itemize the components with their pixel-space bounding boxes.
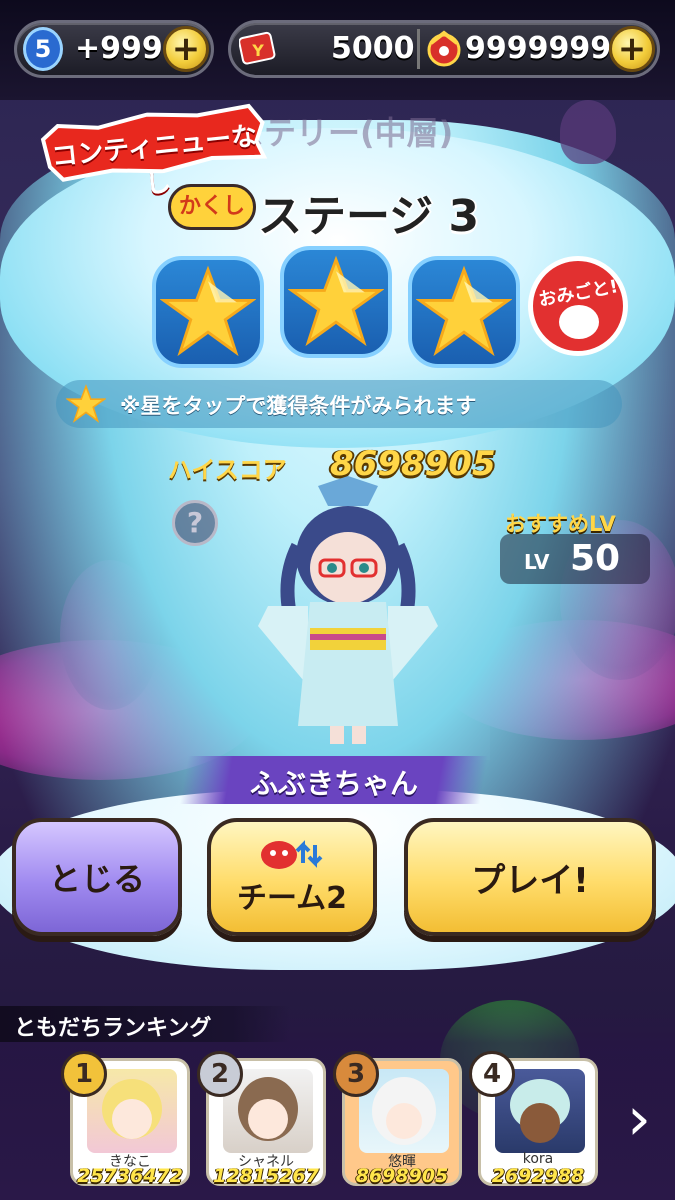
- friend-ranking-header: ともだちランキング: [0, 1006, 290, 1042]
- team-button-label: チーム2: [237, 881, 347, 916]
- recommended-level-value: 50: [570, 538, 621, 579]
- svg-text:Y: Y: [251, 41, 264, 60]
- ranking-score: 12815267: [213, 1165, 319, 1187]
- rank-medal-icon: 4: [469, 1051, 515, 1097]
- rank-medal-icon: 3: [333, 1051, 379, 1097]
- top-status-bar: 5 +999 + Y 5000 9999999 +: [0, 0, 675, 100]
- hidden-stage-tag: かくし: [168, 184, 256, 230]
- star-icon: [288, 255, 384, 347]
- ranking-entry-2[interactable]: シャネル 12815267 2: [197, 1051, 326, 1187]
- star-hint-bar: ※星をタップで獲得条件がみられます: [56, 380, 622, 428]
- ranking-entry-1[interactable]: きなこ 25736472 1: [61, 1051, 190, 1187]
- star-condition-1[interactable]: [152, 256, 264, 368]
- currency-pill: Y 5000 9999999 +: [228, 20, 660, 78]
- money-value: 9999999: [465, 31, 612, 66]
- star-condition-2[interactable]: [280, 246, 392, 358]
- rank-medal-icon: 2: [197, 1051, 243, 1097]
- star-icon: [160, 265, 256, 357]
- add-money-button[interactable]: +: [609, 26, 655, 72]
- money-icon: [425, 29, 463, 67]
- stamina-pill: 5 +999 +: [14, 20, 214, 78]
- ticket-count: 5000: [331, 31, 415, 66]
- recommended-level-prefix: LV: [524, 550, 550, 574]
- perfect-clear-badge: おみごと!: [528, 256, 628, 356]
- perfect-clear-face-icon: [559, 305, 599, 339]
- star-hint-text: ※星をタップで獲得条件がみられます: [120, 394, 477, 418]
- ranking-score: 8698905: [355, 1165, 449, 1187]
- play-button[interactable]: プレイ!: [404, 818, 656, 936]
- recommended-level-box: LV 50: [500, 534, 650, 584]
- ranking-entry-3[interactable]: 悠暉 8698905 3: [333, 1051, 462, 1187]
- rank-medal-icon: 1: [61, 1051, 107, 1097]
- team-swap-icon: [257, 837, 327, 871]
- star-condition-3[interactable]: [408, 256, 520, 368]
- character-sprite: [248, 476, 448, 756]
- ranking-next-arrow-icon[interactable]: ›: [616, 1074, 662, 1164]
- close-button[interactable]: とじる: [12, 818, 182, 936]
- friend-ranking-title: ともだちランキング: [14, 1016, 212, 1041]
- ranking-score: 2692988: [491, 1165, 585, 1187]
- stamina-value: +999: [75, 31, 163, 66]
- play-button-label: プレイ!: [471, 860, 589, 901]
- ticket-icon: Y: [238, 31, 277, 67]
- star-icon: [416, 265, 512, 357]
- stage-name: ステージ 3: [258, 191, 480, 242]
- star-icon: [66, 384, 106, 423]
- character-name: ふぶきちゃん: [249, 767, 418, 800]
- team-select-button[interactable]: チーム2: [207, 818, 377, 936]
- help-icon[interactable]: ?: [172, 500, 218, 546]
- ranking-score: 25736472: [77, 1165, 183, 1187]
- close-button-label: とじる: [48, 860, 145, 898]
- level-badge: 5: [23, 27, 63, 71]
- add-stamina-button[interactable]: +: [163, 26, 209, 72]
- ranking-entry-4[interactable]: kora 2692988 4: [469, 1051, 598, 1187]
- chapter-emblem-icon: [560, 100, 616, 164]
